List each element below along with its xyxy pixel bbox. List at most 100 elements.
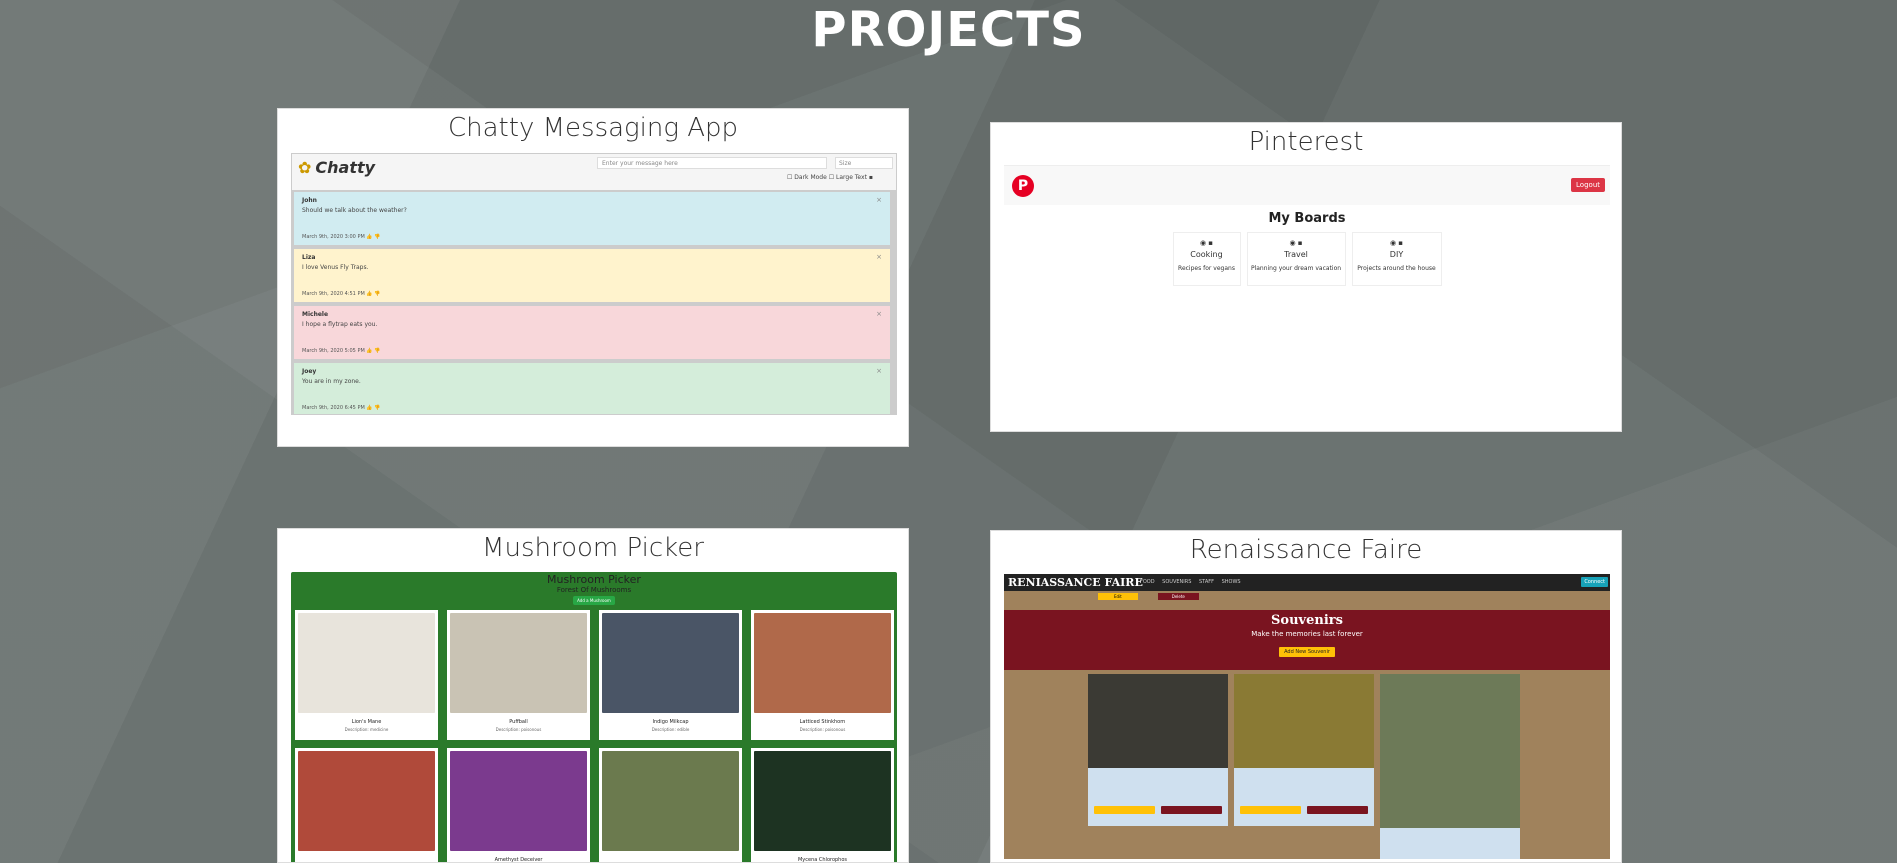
delete-button: Delete	[1157, 593, 1199, 600]
project-title: Renaissance Faire	[1189, 535, 1423, 565]
project-screenshot[interactable]: ✿ Chatty Enter your message here Size ☐ D…	[291, 153, 897, 415]
mushroom-desc: Description: poisonous	[495, 727, 542, 732]
message-text: Should we talk about the weather?	[302, 207, 407, 214]
mushroom-card	[599, 748, 742, 862]
message-text: I hope a flytrap eats you.	[302, 321, 378, 328]
message-text: I love Venus Fly Traps.	[302, 264, 369, 271]
thumbs-down-icon: 👎	[374, 234, 381, 240]
chatty-logo: ✿ Chatty	[298, 158, 376, 177]
mushroom-image	[602, 751, 739, 851]
eye-icon: ◉	[1389, 239, 1397, 247]
trash-icon: ▪	[868, 174, 873, 181]
eye-icon: ◉	[1289, 239, 1296, 247]
message-text: You are in my zone.	[302, 378, 361, 385]
mushroom-name: Indigo Milkcap	[652, 719, 689, 725]
message-author: Michele	[302, 311, 329, 318]
mushroom-card: Lion's Mane Description: medicine	[295, 610, 438, 740]
mushroom-desc: Description: edible	[651, 727, 690, 732]
souvenirs-banner: Souvenirs Make the memories last forever…	[1004, 610, 1610, 670]
thumbs-down-icon: 👎	[374, 291, 381, 297]
edit-button: Edit	[1098, 593, 1138, 600]
souvenir-card	[1380, 674, 1520, 859]
thumbs-up-icon: 👍	[366, 405, 373, 411]
mushroom-image	[450, 613, 587, 713]
message-item: John Should we talk about the weather? M…	[294, 192, 890, 245]
mushroom-name: Mycena Chlorophos	[797, 857, 848, 863]
message-list: John Should we talk about the weather? M…	[292, 190, 896, 414]
mushroom-name: Puffball	[509, 719, 528, 725]
boards-list: ◉ ▪ Cooking Recipes for vegans ◉ ▪ Travel…	[1004, 232, 1610, 286]
thumbs-down-icon: 👎	[374, 348, 381, 354]
mushroom-card	[295, 748, 438, 862]
mushroom-name: Lion's Mane	[351, 719, 382, 725]
close-icon: ×	[876, 196, 882, 204]
message-item: Michele I hope a flytrap eats you. March…	[294, 306, 890, 359]
project-title: Mushroom Picker	[482, 533, 704, 563]
board-card: ◉ ▪ DIY Projects around the house	[1351, 232, 1442, 286]
mushroom-image	[602, 613, 739, 713]
mushroom-desc: Description: poisonous	[799, 727, 846, 732]
mushroom-heading: Mushroom Picker	[547, 573, 641, 586]
close-icon: ×	[876, 253, 882, 261]
close-icon: ×	[876, 310, 882, 318]
project-card-chatty[interactable]: Chatty Messaging App ✿ Chatty Enter your …	[277, 108, 909, 447]
souvenir-cards	[1088, 674, 1520, 859]
mushroom-card: Puffball Description: poisonous	[447, 610, 590, 740]
add-mushroom-button: Add a Mushroom	[573, 596, 615, 605]
message-input: Enter your message here	[597, 157, 827, 169]
message-author: John	[302, 197, 317, 204]
mushroom-image	[298, 613, 435, 713]
board-desc: Projects around the house	[1357, 265, 1436, 272]
project-screenshot[interactable]: P Logout My Boards ◉ ▪ Cooking Recipes f…	[1004, 165, 1610, 420]
board-desc: Recipes for vegans	[1178, 265, 1235, 272]
logout-button: Logout	[1571, 178, 1605, 192]
project-card-mushroom[interactable]: Mushroom Picker Mushroom Picker Forest O…	[277, 528, 909, 863]
message-author: Joey	[302, 368, 317, 375]
add-souvenir-button: Add New Souvenir	[1279, 647, 1335, 657]
mushroom-card: Amethyst Deceiver Description: edible	[447, 748, 590, 863]
message-item: Liza I love Venus Fly Traps. March 9th, …	[294, 249, 890, 302]
mushroom-name: Latticed Stinkhorn	[799, 719, 846, 725]
mushroom-image	[754, 613, 891, 713]
size-select: Size	[835, 157, 893, 169]
trash-icon: ▪	[1297, 239, 1303, 247]
mushroom-image	[754, 751, 891, 851]
boards-heading: My Boards	[1268, 211, 1346, 226]
mushroom-card: Indigo Milkcap Description: edible	[599, 610, 742, 740]
project-card-renaissance[interactable]: Renaissance Faire RENIASSANCE FAIRE FOOD…	[990, 530, 1622, 863]
mushroom-desc: Description: medicine	[344, 727, 389, 732]
mushroom-grid: Lion's Mane Description: medicine Puffba…	[295, 610, 894, 863]
thumbs-down-icon: 👎	[374, 405, 381, 411]
project-screenshot[interactable]: Mushroom Picker Forest Of Mushrooms Add …	[291, 572, 897, 863]
project-card-pinterest[interactable]: Pinterest P Logout My Boards ◉ ▪ Cooking…	[990, 122, 1622, 432]
souvenir-card	[1088, 674, 1228, 826]
mushroom-image	[450, 751, 587, 851]
message-time: March 9th, 2020 5:05 PM 👍 👎	[302, 348, 381, 354]
message-item: Joey You are in my zone. March 9th, 2020…	[294, 363, 890, 414]
message-time: March 9th, 2020 4:51 PM 👍 👎	[302, 291, 381, 297]
board-card: ◉ ▪ Travel Planning your dream vacation	[1246, 232, 1346, 286]
mushroom-subheading: Forest Of Mushrooms	[556, 586, 632, 594]
board-card: ◉ ▪ Cooking Recipes for vegans	[1172, 232, 1241, 286]
trash-icon: ▪	[1208, 239, 1214, 247]
board-name: Travel	[1284, 250, 1308, 259]
pinterest-logo-icon: P	[1012, 175, 1034, 197]
close-icon: ×	[876, 367, 882, 375]
page-title: PROJECTS	[811, 2, 1086, 58]
project-title: Pinterest	[1248, 127, 1364, 157]
mushroom-card: Latticed Stinkhorn Description: poisonou…	[751, 610, 894, 740]
trash-icon: ▪	[1398, 239, 1404, 247]
faire-nav: FOOD SOUVENIRS STAFF SHOWS	[1140, 579, 1241, 585]
connect-button: Connect	[1581, 577, 1608, 587]
flower-icon: ✿	[298, 158, 312, 177]
message-author: Liza	[302, 254, 316, 261]
project-title: Chatty Messaging App	[447, 113, 739, 143]
mushroom-card: Mycena Chlorophos	[751, 748, 894, 863]
board-name: DIY	[1389, 250, 1404, 259]
message-time: March 9th, 2020 6:45 PM 👍 👎	[302, 405, 381, 411]
board-desc: Planning your dream vacation	[1250, 265, 1342, 272]
eye-icon: ◉	[1199, 239, 1207, 247]
project-screenshot[interactable]: RENIASSANCE FAIRE FOOD SOUVENIRS STAFF S…	[1004, 574, 1610, 859]
mushroom-name: Amethyst Deceiver	[494, 857, 543, 863]
faire-logo: RENIASSANCE FAIRE	[1008, 576, 1143, 589]
